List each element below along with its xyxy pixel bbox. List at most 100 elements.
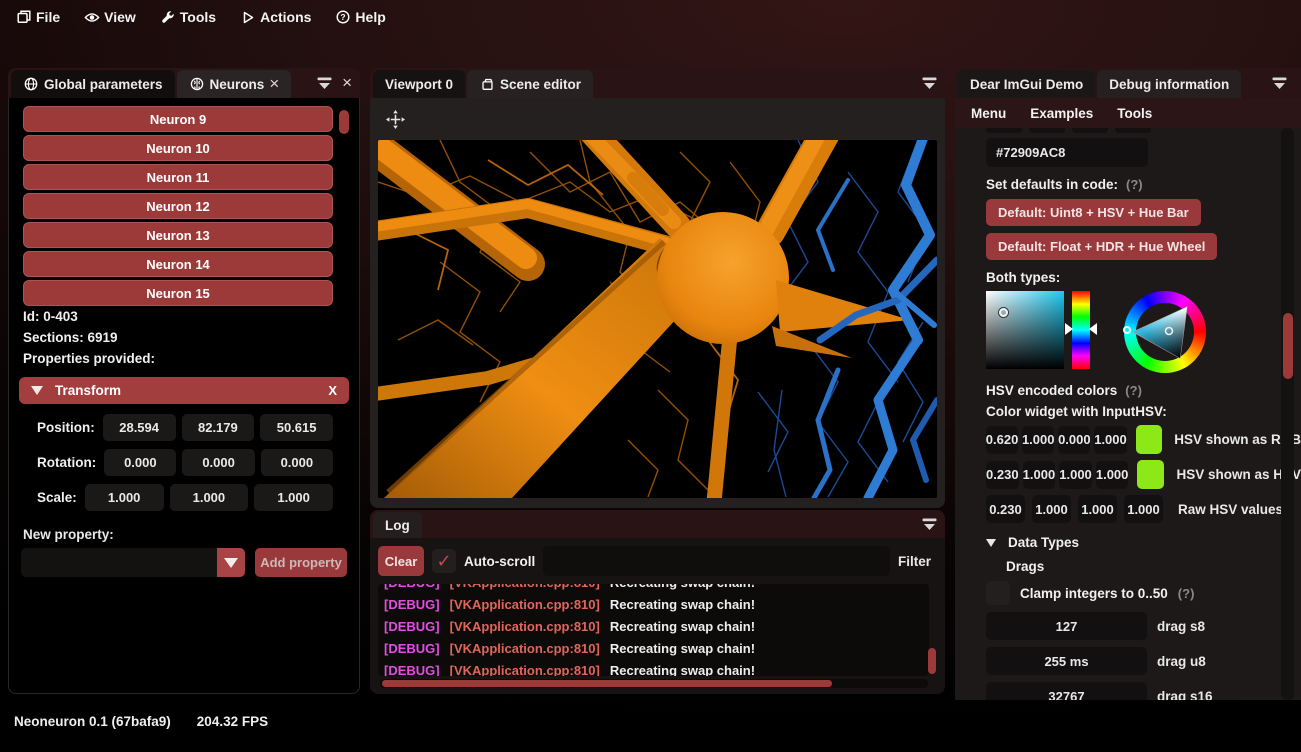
autoscroll-checkbox[interactable] <box>432 549 456 573</box>
tab-debug-information[interactable]: Debug information <box>1097 70 1241 98</box>
menu-actions[interactable]: Actions <box>234 5 321 29</box>
clear-log-button[interactable]: Clear <box>378 546 424 576</box>
demo-scrollbar[interactable] <box>1281 128 1294 700</box>
neuron-button[interactable]: Neuron 13 <box>23 222 333 248</box>
hsv-value-field[interactable]: 0.620 <box>986 426 1018 454</box>
window-menu-icon[interactable] <box>922 518 937 531</box>
log-hscroll-thumb[interactable] <box>382 680 832 687</box>
input-hsv-label: Color widget with InputHSV: <box>986 404 1301 419</box>
log-source: [VKApplication.cpp:810] <box>450 641 600 656</box>
default-float-button[interactable]: Default: Float + HDR + Hue Wheel <box>986 233 1217 260</box>
neuron-button[interactable]: Neuron 9 <box>23 106 333 132</box>
tab-log[interactable]: Log <box>373 512 422 538</box>
log-vscroll-thumb[interactable] <box>928 648 936 674</box>
hsv-value-field[interactable]: 1.000 <box>1078 495 1117 523</box>
demo-menu-bar: Menu Examples Tools <box>955 98 1301 128</box>
scale-y-field[interactable]: 1.000 <box>170 484 249 511</box>
rotation-y-field[interactable]: 0.000 <box>182 449 254 476</box>
rotation-z-field[interactable]: 0.000 <box>261 449 333 476</box>
hsv-value-field[interactable]: 1.000 <box>1096 461 1129 489</box>
hsv-value-field[interactable]: 1.000 <box>1124 495 1163 523</box>
hsv-value-field[interactable]: 1.000 <box>1094 426 1126 454</box>
neuron-button[interactable]: Neuron 11 <box>23 164 333 190</box>
drag-s16-field[interactable]: 32767 <box>986 682 1147 700</box>
hsv-rgb-row: 0.620 1.000 0.000 1.000 HSV shown as RGB <box>986 425 1301 454</box>
log-source: [VKApplication.cpp:810] <box>450 597 600 612</box>
hex-color-input[interactable]: #72909AC8 <box>986 138 1148 167</box>
panel-close-icon[interactable] <box>342 76 352 90</box>
demo-scroll-thumb[interactable] <box>1283 313 1293 379</box>
transform-remove-button[interactable]: X <box>328 383 337 398</box>
window-icon <box>16 9 32 25</box>
neuron-button[interactable]: Neuron 12 <box>23 193 333 219</box>
log-level: [DEBUG] <box>384 584 440 590</box>
menu-help[interactable]: ? Help <box>329 5 395 29</box>
log-body: Clear Auto-scroll Filter [DEBUG] [VKAppl… <box>370 538 945 694</box>
color-swatch[interactable] <box>1136 425 1163 454</box>
position-z-field[interactable]: 50.615 <box>260 414 333 441</box>
log-filter-input[interactable] <box>543 546 890 576</box>
hsv-encoded-label: HSV encoded colors <box>986 383 1117 398</box>
drag-s8-field[interactable]: 127 <box>986 612 1147 640</box>
neuron-button[interactable]: Neuron 14 <box>23 251 333 277</box>
help-marker[interactable]: (?) <box>1126 177 1143 192</box>
hsv-value-field[interactable]: 0.230 <box>986 461 1019 489</box>
combo-arrow-button[interactable] <box>217 548 245 577</box>
tab-neurons-close-icon[interactable] <box>269 77 279 91</box>
tab-dear-imgui-demo[interactable]: Dear ImGui Demo <box>958 70 1095 98</box>
hsv-value-field[interactable]: 0.230 <box>986 495 1025 523</box>
tab-neurons[interactable]: Neurons <box>177 70 292 98</box>
new-property-combo[interactable] <box>21 548 245 577</box>
drag-u8-field[interactable]: 255 ms <box>986 647 1147 675</box>
drags-label: Drags <box>1006 559 1301 574</box>
scale-x-field[interactable]: 1.000 <box>85 484 164 511</box>
clamp-checkbox[interactable] <box>986 581 1010 605</box>
log-horizontal-scrollbar[interactable] <box>380 679 928 688</box>
tab-global-parameters[interactable]: Global parameters <box>11 70 175 98</box>
hsv-value-field[interactable]: 1.000 <box>1023 461 1056 489</box>
color-swatch[interactable] <box>1137 460 1164 489</box>
sv-triangle[interactable] <box>1124 291 1206 373</box>
default-uint8-button[interactable]: Default: Uint8 + HSV + Hue Bar <box>986 199 1201 226</box>
tab-viewport-0[interactable]: Viewport 0 <box>373 70 465 98</box>
neuron-button[interactable]: Neuron 10 <box>23 135 333 161</box>
menu-file[interactable]: File <box>10 5 70 29</box>
move-icon[interactable] <box>386 110 405 129</box>
neuron-list-scroll-thumb[interactable] <box>339 110 349 134</box>
hue-bar-picker[interactable] <box>1072 291 1090 369</box>
tab-scene-editor[interactable]: Scene editor <box>467 70 593 98</box>
rotation-x-field[interactable]: 0.000 <box>104 449 176 476</box>
add-property-button[interactable]: Add property <box>255 548 347 577</box>
position-y-field[interactable]: 82.179 <box>182 414 255 441</box>
menu-view[interactable]: View <box>78 5 146 29</box>
viewport-3d-render[interactable] <box>378 140 937 498</box>
hue-arrow-icon <box>1065 323 1073 335</box>
scale-z-field[interactable]: 1.000 <box>254 484 333 511</box>
data-types-header[interactable]: Data Types <box>986 535 1301 550</box>
neuron-id: Id: 0-403 <box>17 306 351 327</box>
tab-debug-information-label: Debug information <box>1109 77 1229 92</box>
neuron-button[interactable]: Neuron 15 <box>23 280 333 306</box>
help-marker[interactable]: (?) <box>1178 586 1195 601</box>
hsv-value-field[interactable]: 0.000 <box>1058 426 1090 454</box>
window-menu-icon[interactable] <box>922 77 937 90</box>
transform-header[interactable]: Transform X <box>19 377 349 404</box>
window-menu-icon[interactable] <box>1272 77 1287 90</box>
log-lines[interactable]: [DEBUG] [VKApplication.cpp:810] Recreati… <box>378 584 929 676</box>
neuron-list-scrollbar[interactable] <box>339 106 349 306</box>
window-menu-icon[interactable] <box>317 77 332 90</box>
hsv-value-field[interactable]: 1.000 <box>1022 426 1054 454</box>
demo-menu-examples[interactable]: Examples <box>1030 106 1093 121</box>
demo-menu-tools[interactable]: Tools <box>1117 106 1152 121</box>
viewport-tab-bar: Viewport 0 Scene editor <box>370 68 945 98</box>
hue-wheel-picker[interactable] <box>1124 291 1206 373</box>
tab-log-label: Log <box>385 518 410 533</box>
scene-editor-icon <box>479 76 495 92</box>
saturation-value-picker[interactable] <box>986 291 1064 369</box>
position-x-field[interactable]: 28.594 <box>103 414 176 441</box>
hsv-value-field[interactable]: 1.000 <box>1032 495 1071 523</box>
help-marker[interactable]: (?) <box>1125 383 1142 398</box>
demo-menu-menu[interactable]: Menu <box>971 106 1006 121</box>
hsv-value-field[interactable]: 1.000 <box>1059 461 1092 489</box>
menu-tools[interactable]: Tools <box>154 5 226 29</box>
